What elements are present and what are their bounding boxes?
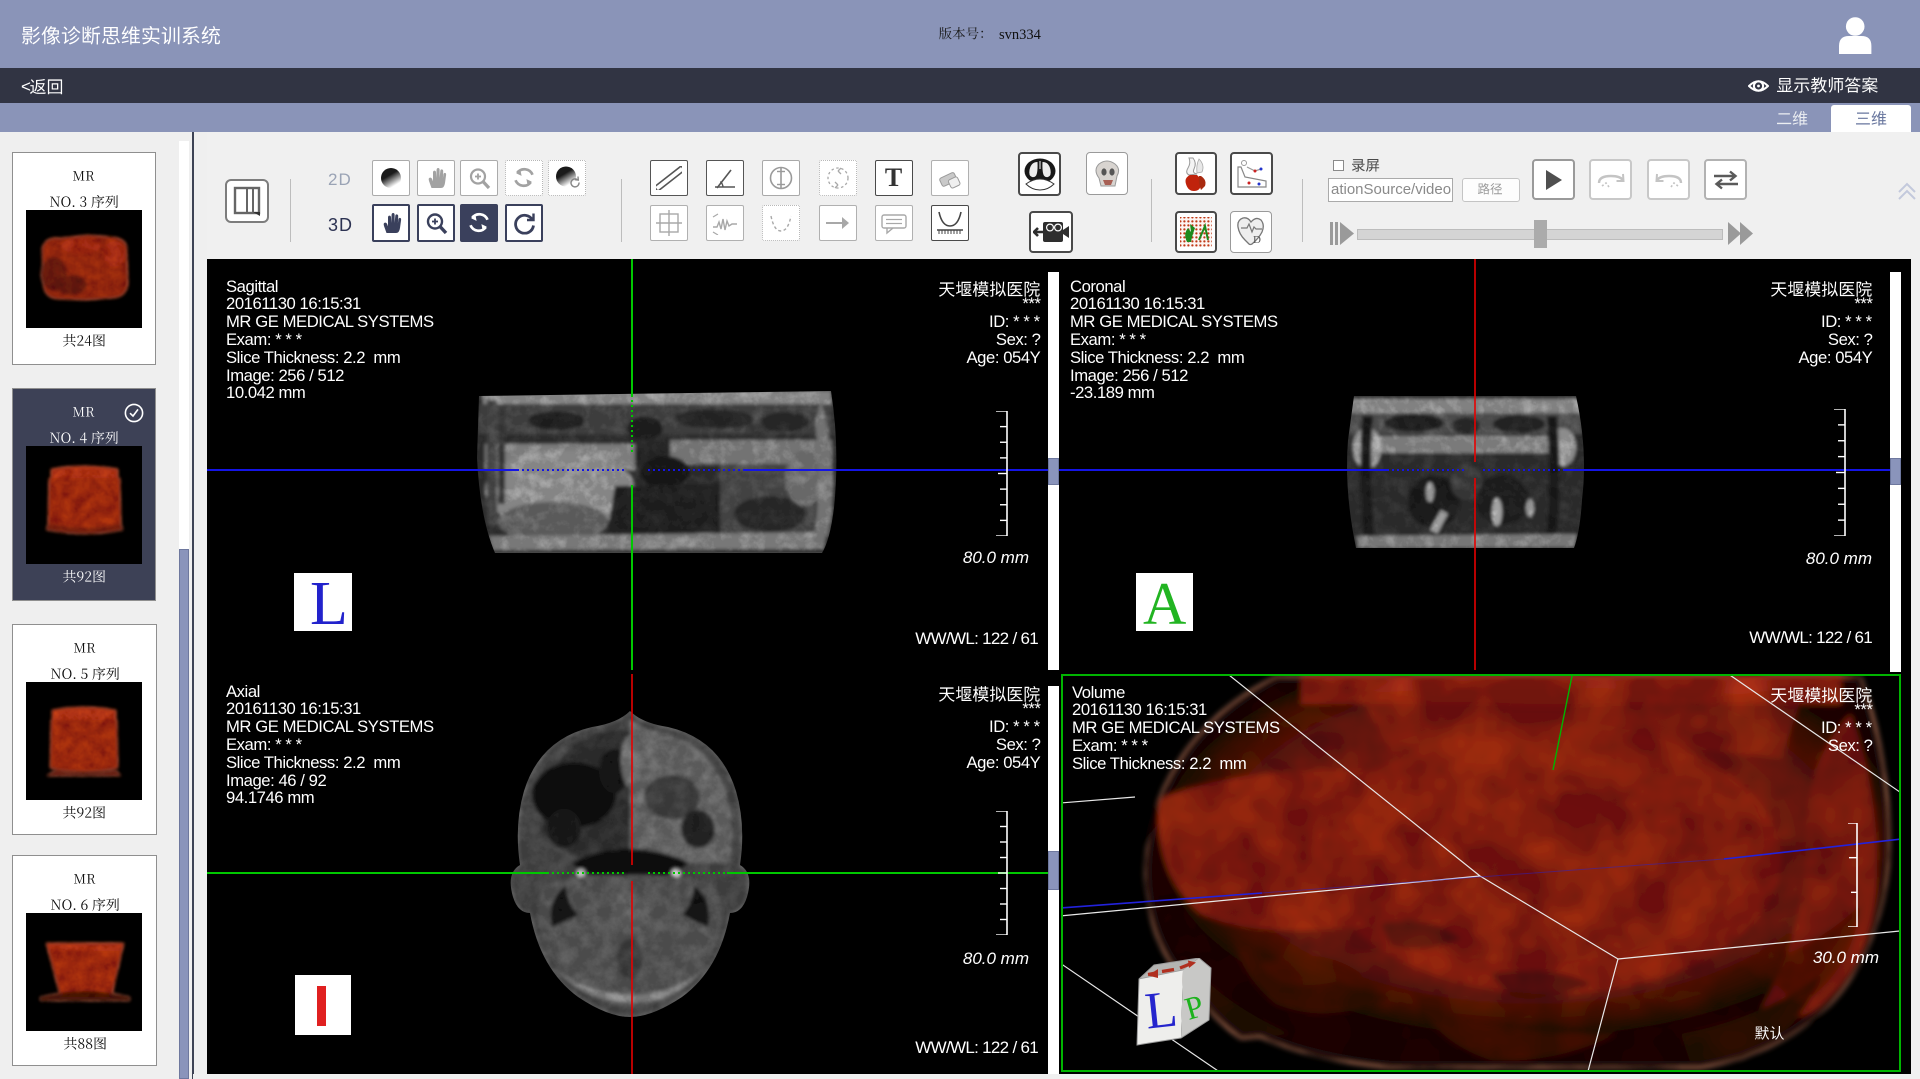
svg-text:L: L <box>1142 980 1180 1040</box>
svg-text:D: D <box>1253 234 1261 246</box>
